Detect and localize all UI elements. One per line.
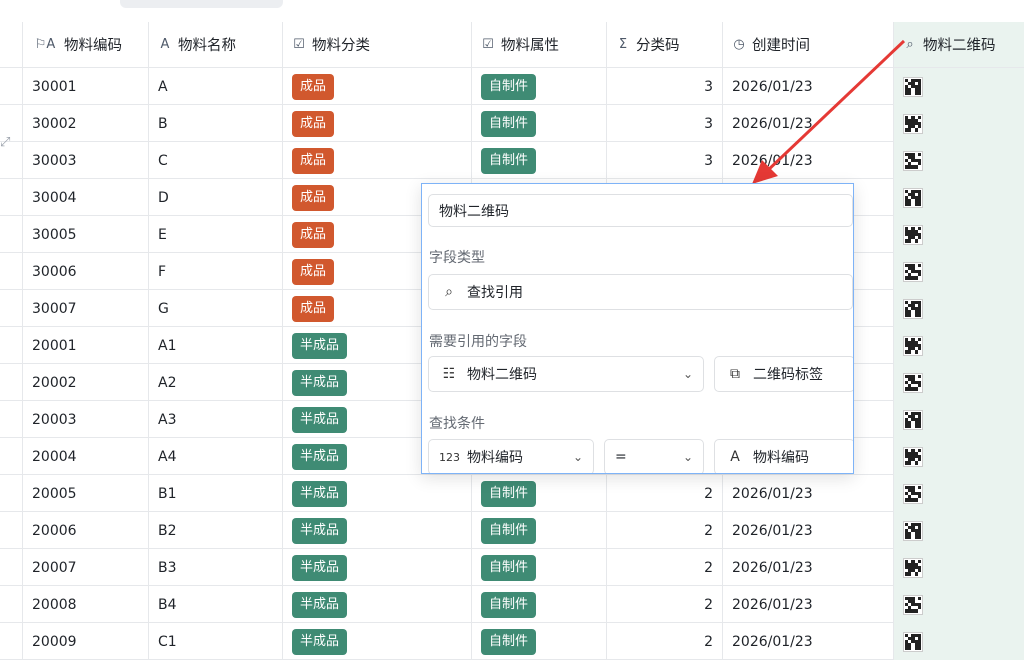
- chevron-down-icon: ⌄: [682, 450, 693, 464]
- image-icon: ⧉: [730, 366, 740, 382]
- lookup-icon: ⌕: [445, 284, 453, 300]
- condition-field-select[interactable]: 123 物料编码 ⌄: [428, 439, 594, 473]
- ref-field-select[interactable]: ⧉ 二维码标签: [714, 356, 853, 392]
- field-config-popup: 物料二维码 字段类型 ⌕ 查找引用 需要引用的字段 ☷ 物料二维码 ⌄ ⧉ 二维…: [421, 183, 854, 474]
- field-name-input[interactable]: 物料二维码: [428, 194, 853, 227]
- table-icon: ☷: [442, 366, 456, 382]
- number-icon: 123: [439, 450, 460, 464]
- ref-table-select[interactable]: ☷ 物料二维码 ⌄: [428, 356, 704, 392]
- arrow-shaft: [764, 39, 906, 174]
- condition-label: 查找条件: [429, 416, 485, 432]
- ref-field-label: 需要引用的字段: [429, 334, 527, 350]
- text-icon: A: [730, 449, 740, 465]
- chevron-down-icon: ⌄: [572, 450, 583, 464]
- field-type-select[interactable]: ⌕ 查找引用: [428, 274, 853, 310]
- field-type-label: 字段类型: [429, 250, 485, 266]
- condition-operator-select[interactable]: = ⌄: [604, 439, 704, 473]
- condition-target-select[interactable]: A 物料编码: [714, 439, 853, 473]
- chevron-down-icon: ⌄: [682, 367, 693, 381]
